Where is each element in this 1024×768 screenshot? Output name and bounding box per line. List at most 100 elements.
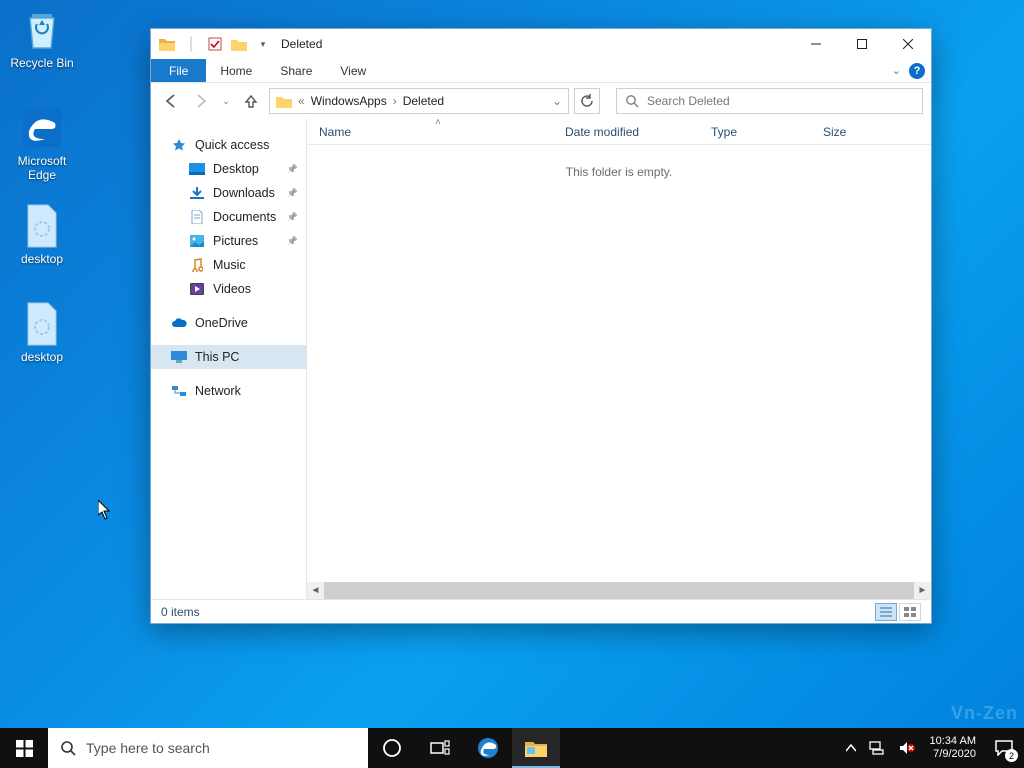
scroll-left-button[interactable]: ◄	[307, 582, 324, 599]
scroll-track[interactable]	[324, 582, 914, 599]
watermark: Vn-Zen	[951, 703, 1018, 724]
nav-onedrive[interactable]: OneDrive	[151, 311, 306, 335]
view-details-button[interactable]	[875, 603, 897, 621]
cortana-button[interactable]	[368, 728, 416, 768]
status-bar: 0 items	[151, 599, 931, 623]
scroll-right-button[interactable]: ►	[914, 582, 931, 599]
videos-icon	[189, 281, 205, 297]
pictures-icon	[189, 233, 205, 249]
taskbar-search[interactable]: Type here to search	[48, 728, 368, 768]
nav-label: Network	[195, 384, 241, 398]
nav-label: Documents	[213, 210, 276, 224]
explorer-window: | ▾ Deleted File Home Share View ⌄ ? ⌄ «	[150, 28, 932, 624]
computer-icon	[171, 349, 187, 365]
sort-indicator-icon: ˄	[435, 117, 441, 128]
start-button[interactable]	[0, 728, 48, 768]
nav-label: Videos	[213, 282, 251, 296]
titlebar[interactable]: | ▾ Deleted	[151, 29, 931, 59]
taskbar-app-edge[interactable]	[464, 728, 512, 768]
content-pane: ˄ Name Date modified Type Size This fold…	[307, 119, 931, 599]
search-icon	[625, 94, 639, 108]
clock-date: 7/9/2020	[930, 748, 976, 761]
nav-label: OneDrive	[195, 316, 248, 330]
address-dropdown-icon[interactable]: ⌄	[552, 94, 562, 108]
chevron-right-icon[interactable]: ›	[393, 94, 397, 108]
status-text: 0 items	[161, 605, 200, 619]
desktop-icon-edge[interactable]: Microsoft Edge	[4, 104, 80, 182]
clock-time: 10:34 AM	[930, 735, 976, 748]
nav-network[interactable]: Network	[151, 379, 306, 403]
recent-locations-button[interactable]: ⌄	[219, 89, 233, 113]
system-tray: 10:34 AM 7/9/2020 2	[840, 728, 1024, 768]
breadcrumb[interactable]: Deleted	[403, 94, 444, 108]
nav-label: Music	[213, 258, 246, 272]
action-center-button[interactable]: 2	[984, 728, 1024, 768]
quick-access-toolbar: | ▾	[151, 34, 273, 54]
up-button[interactable]	[239, 89, 263, 113]
music-icon	[189, 257, 205, 273]
nav-quick-access[interactable]: Quick access	[151, 133, 306, 157]
qat-properties-icon[interactable]	[205, 34, 225, 54]
column-date[interactable]: Date modified	[565, 125, 711, 139]
ribbon-tabs: File Home Share View ⌄ ?	[151, 59, 931, 83]
search-input[interactable]	[647, 94, 914, 108]
back-button[interactable]	[159, 89, 183, 113]
nav-row: ⌄ « WindowsApps › Deleted ⌄	[151, 83, 931, 119]
folder-icon	[276, 95, 292, 108]
forward-button[interactable]	[189, 89, 213, 113]
star-icon	[171, 137, 187, 153]
desktop-icon	[189, 161, 205, 177]
nav-item-downloads[interactable]: Downloads	[151, 181, 306, 205]
column-type[interactable]: Type	[711, 125, 823, 139]
ribbon-expand-icon[interactable]: ⌄	[892, 64, 901, 77]
taskbar: Type here to search 10:34 AM 7/9/2020 2	[0, 728, 1024, 768]
maximize-button[interactable]	[839, 29, 885, 59]
search-icon	[60, 740, 76, 756]
qat-newfolder-icon[interactable]	[229, 34, 249, 54]
task-view-button[interactable]	[416, 728, 464, 768]
desktop-icon-file[interactable]: desktop	[4, 300, 80, 364]
empty-folder-message: This folder is empty.	[307, 165, 931, 179]
taskbar-app-explorer[interactable]	[512, 728, 560, 768]
navigation-pane: Quick access Desktop Downloads Documents…	[151, 119, 307, 599]
column-name[interactable]: Name	[319, 125, 565, 139]
tab-view[interactable]: View	[326, 59, 380, 82]
minimize-button[interactable]	[793, 29, 839, 59]
desktop-icon-recycle-bin[interactable]: Recycle Bin	[4, 6, 80, 70]
nav-item-videos[interactable]: Videos	[151, 277, 306, 301]
close-button[interactable]	[885, 29, 931, 59]
tray-network-icon[interactable]	[862, 728, 892, 768]
nav-label: Downloads	[213, 186, 275, 200]
nav-item-desktop[interactable]: Desktop	[151, 157, 306, 181]
desktop-icon-label: Recycle Bin	[4, 56, 80, 70]
address-bar[interactable]: « WindowsApps › Deleted ⌄	[269, 88, 569, 114]
column-size[interactable]: Size	[823, 125, 883, 139]
tray-volume-icon[interactable]	[892, 728, 922, 768]
mouse-cursor-icon	[98, 500, 112, 520]
tray-overflow-button[interactable]	[840, 728, 862, 768]
search-placeholder: Type here to search	[86, 740, 210, 756]
desktop-icon-label: desktop	[4, 252, 80, 266]
address-prefix: «	[298, 94, 305, 108]
nav-label: Quick access	[195, 138, 269, 152]
nav-item-music[interactable]: Music	[151, 253, 306, 277]
desktop-icon-label: Microsoft Edge	[4, 154, 80, 182]
view-large-icons-button[interactable]	[899, 603, 921, 621]
tab-file[interactable]: File	[151, 59, 206, 82]
folder-icon	[157, 34, 177, 54]
cloud-icon	[171, 315, 187, 331]
nav-this-pc[interactable]: This PC	[151, 345, 306, 369]
help-icon[interactable]: ?	[909, 63, 925, 79]
tab-share[interactable]: Share	[266, 59, 326, 82]
search-box[interactable]	[616, 88, 923, 114]
qat-dropdown-icon[interactable]: ▾	[253, 34, 273, 54]
document-icon	[189, 209, 205, 225]
horizontal-scrollbar[interactable]: ◄ ►	[307, 582, 931, 599]
nav-item-documents[interactable]: Documents	[151, 205, 306, 229]
tab-home[interactable]: Home	[206, 59, 266, 82]
taskbar-clock[interactable]: 10:34 AM 7/9/2020	[922, 735, 984, 761]
desktop-icon-file[interactable]: desktop	[4, 202, 80, 266]
breadcrumb[interactable]: WindowsApps	[311, 94, 387, 108]
refresh-button[interactable]	[574, 88, 600, 114]
nav-item-pictures[interactable]: Pictures	[151, 229, 306, 253]
